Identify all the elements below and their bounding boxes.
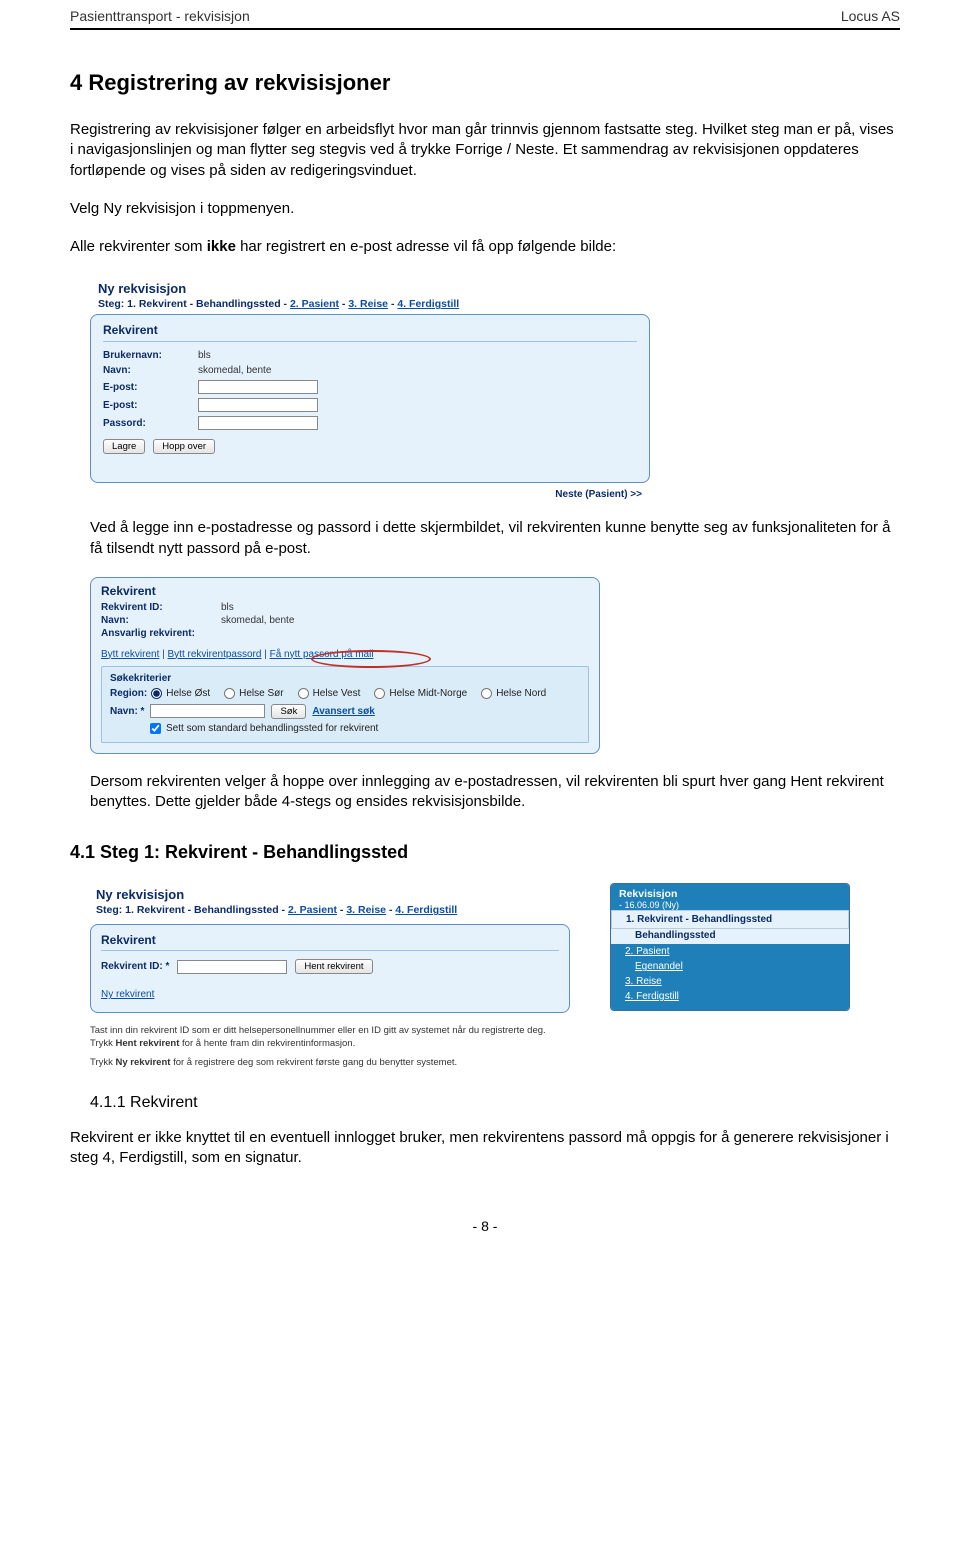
shot3-help2-b: Ny rekvirent [116,1057,171,1068]
shot3-step-2[interactable]: 2. Pasient [288,904,337,916]
shot3-help2-post: for å registrere deg som rekvirent først… [170,1057,457,1068]
sidebar-step-1-active[interactable]: 1. Rekvirent - Behandlingssted [611,910,849,929]
section-heading: 4 Registrering av rekvisisjoner [70,70,900,96]
shot1-epost2-label: E-post: [103,400,198,411]
radio-helse-ost-label: Helse Øst [166,688,210,699]
shot2-navn-search-input[interactable] [150,704,265,718]
radio-helse-ost[interactable] [151,688,162,699]
link-ny-rekvirent[interactable]: Ny rekvirent [101,989,154,1000]
shot1-step-lead: Steg: 1. Rekvirent - Behandlingssted - [98,298,290,310]
shot3-step-4[interactable]: 4. Ferdigstill [395,904,457,916]
shot2-region-label: Region: [110,688,147,699]
shot1-panel-title: Rekvirent [103,323,637,342]
checkbox-standard-behandlingssted[interactable] [150,723,161,734]
shot1-passord-input[interactable] [198,416,318,430]
radio-helse-vest[interactable] [298,688,309,699]
para-3-bold: ikke [207,238,236,255]
shot2-rekvid-label: Rekvirent ID: [101,602,221,613]
shot3-step-3[interactable]: 3. Reise [346,904,386,916]
shot3-help1-post: for å hente fram din rekvirentinformasjo… [179,1038,355,1049]
shot2-navn-search-label: Navn: * [110,706,144,717]
sidebar-step-1-sub: Behandlingssted [611,929,849,944]
para-1: Registrering av rekvisisjoner følger en … [70,120,900,181]
radio-helse-nord[interactable] [481,688,492,699]
shot1-epost-input[interactable] [198,380,318,394]
sidebar-step-4[interactable]: 4. Ferdigstill [611,989,849,1004]
shot1-next-link[interactable]: Neste (Pasient) >> [90,483,650,502]
link-nytt-passord-mail[interactable]: Få nytt passord på mail [270,649,374,660]
screenshot-steg1: Ny rekvisisjon Steg: 1. Rekvirent - Beha… [90,883,900,1069]
shot3-steps: Steg: 1. Rekvirent - Behandlingssted - 2… [96,904,564,916]
shot3-title: Ny rekvisisjon [96,887,564,902]
shot1-brukernavn-label: Brukernavn: [103,350,198,361]
shot1-navn-label: Navn: [103,365,198,376]
shot1-step-4[interactable]: 4. Ferdigstill [397,298,459,310]
doc-header-left: Pasienttransport - rekvisisjon [70,8,250,24]
shot2-navn-val: skomedal, bente [221,615,294,626]
para-3-pre: Alle rekvirenter som [70,238,207,255]
shot1-brukernavn-value: bls [198,350,211,361]
shot1-navn-value: skomedal, bente [198,365,271,376]
sidebar-step-3[interactable]: 3. Reise [611,974,849,989]
shot1-passord-label: Passord: [103,418,198,429]
para-3-post: har registrert en e-post adresse vil få … [236,238,616,255]
shot2-sub-title: Søkekriterier [110,673,580,684]
shot1-step-3[interactable]: 3. Reise [348,298,388,310]
shot1-step-2[interactable]: 2. Pasient [290,298,339,310]
shot3-help-2: Trykk Ny rekvirent for å registrere deg … [90,1057,570,1070]
subsubsection-heading: 4.1.1 Rekvirent [90,1094,900,1112]
radio-helse-sor[interactable] [224,688,235,699]
para-6: Rekvirent er ikke knyttet til en eventue… [70,1128,900,1169]
shot2-ansvarlig-label: Ansvarlig rekvirent: [101,628,221,639]
link-bytt-passord[interactable]: Bytt rekvirentpassord [168,649,262,660]
radio-helse-vest-label: Helse Vest [313,688,361,699]
checkbox-standard-label: Sett som standard behandlingssted for re… [166,723,378,734]
sok-button[interactable]: Søk [271,704,306,719]
para-3: Alle rekvirenter som ikke har registrert… [70,237,900,257]
shot1-panel: Rekvirent Brukernavn: bls Navn: skomedal… [90,314,650,483]
shot1-title: Ny rekvisisjon [98,281,642,296]
shot1-steps: Steg: 1. Rekvirent - Behandlingssted - 2… [98,298,642,310]
subsection-heading: 4.1 Steg 1: Rekvirent - Behandlingssted [70,842,900,863]
para-2: Velg Ny rekvisisjon i toppmenyen. [70,199,900,219]
shot2-navn-label: Navn: [101,615,221,626]
rekvisisjon-sidebar: Rekvisisjon - 16.06.09 (Ny) 1. Rekvirent… [610,883,850,1011]
shot3-help1-b: Hent rekvirent [116,1038,180,1049]
sidebar-step-2-sub: Egenandel [611,959,849,974]
shot3-help2-pre: Trykk [90,1057,116,1068]
radio-helse-nord-label: Helse Nord [496,688,546,699]
shot1-epost-label: E-post: [103,382,198,393]
radio-helse-sor-label: Helse Sør [239,688,283,699]
shot2-search-criteria: Søkekriterier Region: Helse Øst Helse Sø… [101,666,589,743]
shot3-step-lead: Steg: 1. Rekvirent - Behandlingssted - [96,904,288,916]
shot2-rekvid-val: bls [221,602,234,613]
screenshot-rekvirent-search: Rekvirent Rekvirent ID:bls Navn:skomedal… [90,577,600,754]
page-number: - 8 - [70,1218,900,1234]
doc-header-right: Locus AS [841,8,900,24]
sidebar-title: Rekvisisjon [619,888,677,900]
link-bytt-rekvirent[interactable]: Bytt rekvirent [101,649,159,660]
shot2-links: Bytt rekvirent | Bytt rekvirentpassord |… [101,645,589,660]
lagre-button[interactable]: Lagre [103,439,145,454]
shot3-rekvid-label: Rekvirent ID: * [101,961,169,972]
screenshot-ny-rekvisisjon: Ny rekvisisjon Steg: 1. Rekvirent - Beha… [90,275,650,502]
sidebar-date: - 16.06.09 (Ny) [619,900,841,910]
para-5: Dersom rekvirenten velger å hoppe over i… [90,772,900,813]
radio-helse-midt-label: Helse Midt-Norge [389,688,467,699]
header-rule [70,28,900,30]
shot3-rekvid-input[interactable] [177,960,287,974]
shot2-panel-title: Rekvirent [101,584,589,598]
shot1-epost2-input[interactable] [198,398,318,412]
sidebar-step-2[interactable]: 2. Pasient [611,944,849,959]
shot3-panel-title: Rekvirent [101,933,559,951]
para-4: Ved å legge inn e-postadresse og passord… [90,518,900,559]
radio-helse-midt[interactable] [374,688,385,699]
shot3-help-1: Tast inn din rekvirent ID som er ditt he… [90,1025,570,1051]
hent-rekvirent-button[interactable]: Hent rekvirent [295,959,372,974]
link-avansert-sok[interactable]: Avansert søk [312,706,374,717]
hopp-over-button[interactable]: Hopp over [153,439,215,454]
